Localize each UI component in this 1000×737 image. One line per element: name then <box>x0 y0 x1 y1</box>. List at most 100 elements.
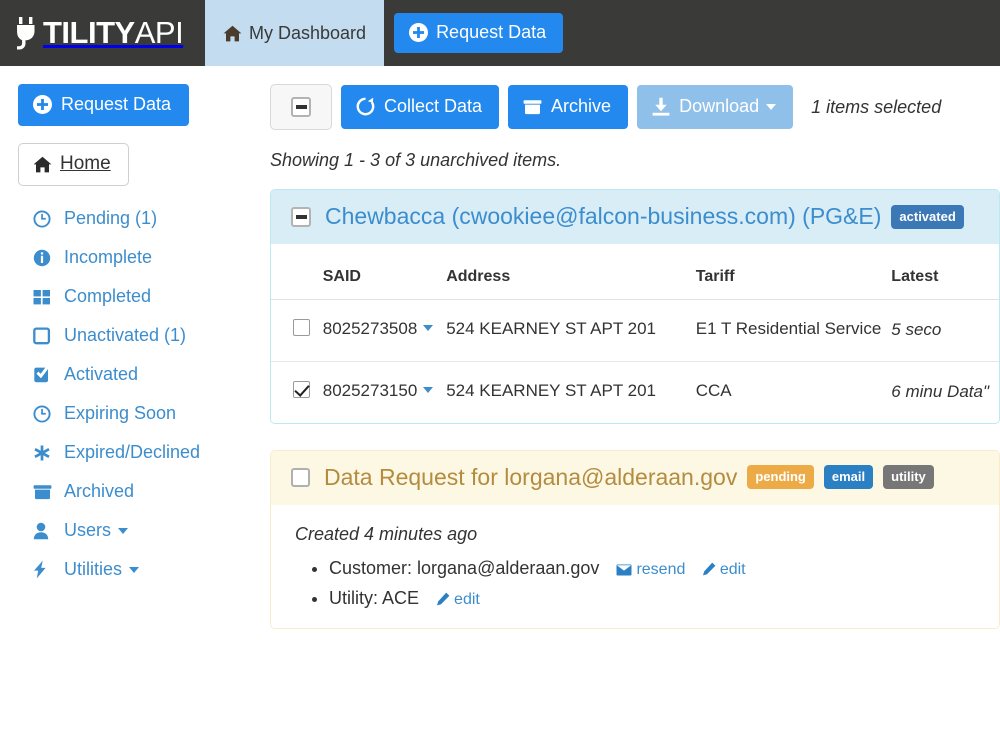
row-address: 524 KEARNEY ST APT 201 <box>446 380 656 400</box>
sidebar-item-pending[interactable]: Pending (1) <box>18 199 262 238</box>
brand-tility: TILITY <box>43 15 135 50</box>
request-card-data-request: Data Request for lorgana@alderaan.gov pe… <box>270 449 1000 629</box>
resend-link[interactable]: resend <box>616 561 689 578</box>
sidebar-item-unactivated-label: Unactivated (1) <box>64 325 187 345</box>
table-header-row: SAID Address Tariff Latest <box>271 244 999 300</box>
archive-icon <box>523 98 542 116</box>
status-badge: pending <box>747 465 814 490</box>
sidebar-item-utilities[interactable]: Utilities <box>18 550 262 589</box>
col-said: SAID <box>322 244 447 300</box>
col-latest: Latest <box>891 244 999 300</box>
channel-badge: email <box>823 465 874 490</box>
sidebar-item-users[interactable]: Users <box>18 511 262 550</box>
sidebar-item-activated[interactable]: Activated <box>18 355 262 394</box>
row-said-cell: 8025273508 <box>322 299 447 362</box>
plus-circle-icon <box>409 23 429 42</box>
refresh-icon <box>356 97 375 116</box>
sidebar-item-home[interactable]: Home <box>18 143 129 186</box>
brand-api: API <box>134 15 184 50</box>
chevron-down-icon <box>766 103 777 110</box>
row-tariff: E1 T Residential Service <box>695 299 892 362</box>
card-title-link[interactable]: Chewbacca (cwookiee@falcon-business.com)… <box>325 203 881 230</box>
card-header: Data Request for lorgana@alderaan.gov pe… <box>271 450 999 505</box>
sidebar-item-utilities-label: Utilities <box>64 559 123 579</box>
card-header: Chewbacca (cwookiee@falcon-business.com)… <box>271 190 999 244</box>
utility-text: Utility: ACE <box>329 587 420 608</box>
nav-request-data-label: Request Data <box>436 22 547 42</box>
action-toolbar: Collect Data Archive Download 1 items se… <box>270 84 1000 130</box>
edit-customer-link[interactable]: edit <box>702 561 746 578</box>
row-checkbox[interactable] <box>293 380 310 398</box>
sidebar-item-incomplete[interactable]: Incomplete <box>18 238 262 277</box>
row-checkbox[interactable] <box>293 319 310 336</box>
row-latest: 6 minu Data" <box>891 381 989 401</box>
nav-request-data-button[interactable]: Request Data <box>394 13 564 53</box>
resend-label: resend <box>636 560 686 578</box>
page-container: Request Data Home Pending (1) Incomplete… <box>0 66 1000 737</box>
showing-count-text: Showing 1 - 3 of 3 unarchived items. <box>270 150 562 170</box>
download-icon <box>652 97 670 116</box>
envelope-icon <box>616 564 632 576</box>
home-icon <box>223 25 242 42</box>
download-button[interactable]: Download <box>637 85 794 129</box>
plug-icon <box>16 16 42 50</box>
sidebar-item-unactivated[interactable]: Unactivated (1) <box>18 316 262 355</box>
tab-my-dashboard[interactable]: My Dashboard <box>205 0 385 66</box>
sidebar-item-expiring-soon[interactable]: Expiring Soon <box>18 394 262 433</box>
sidebar-request-data-button[interactable]: Request Data <box>18 84 190 126</box>
customer-text: Customer: lorgana@alderaan.gov <box>329 557 600 578</box>
row-tariff: CCA <box>695 380 732 400</box>
sidebar-item-incomplete-label: Incomplete <box>64 247 153 267</box>
chevron-down-icon[interactable] <box>423 386 434 393</box>
check-square-icon <box>33 366 55 384</box>
clock-icon <box>33 209 55 228</box>
home-icon <box>33 156 52 173</box>
col-tariff: Tariff <box>695 244 892 300</box>
chevron-down-icon <box>129 566 140 573</box>
table-row: 8025273508 524 KEARNEY ST APT 201 E1 T R… <box>271 299 999 362</box>
main-content: Collect Data Archive Download 1 items se… <box>262 66 1000 737</box>
table-row: 8025273150 524 KEARNEY ST APT 201 CCA 6 … <box>271 361 999 422</box>
edit-label: edit <box>719 560 746 578</box>
plus-circle-icon <box>33 95 52 114</box>
selection-status: 1 items selected <box>811 96 942 117</box>
edit-utility-link[interactable]: edit <box>436 591 480 608</box>
type-badge: utility <box>883 465 934 490</box>
square-icon <box>33 326 55 345</box>
chevron-down-icon[interactable] <box>423 325 434 331</box>
card-select-checkbox[interactable] <box>291 467 310 487</box>
archive-icon <box>33 483 55 501</box>
sidebar-item-expired-declined[interactable]: Expired/Declined <box>18 433 262 472</box>
request-details-list: Customer: lorgana@alderaan.gov resend <box>295 558 977 609</box>
card-body: SAID Address Tariff Latest 8025273508 52… <box>271 244 999 423</box>
card-select-checkbox[interactable] <box>291 206 311 227</box>
sidebar-item-activated-label: Activated <box>64 364 139 384</box>
pencil-icon <box>436 592 450 606</box>
archive-button[interactable]: Archive <box>508 85 629 129</box>
sidebar-item-pending-label: Pending (1) <box>64 208 158 228</box>
row-checkbox-cell <box>271 299 323 362</box>
nav-request-data-wrapper: Request Data <box>384 0 564 66</box>
sidebar-item-completed[interactable]: Completed <box>18 277 262 316</box>
sidebar-item-users-label: Users <box>64 520 112 540</box>
said-value: 8025273508 <box>322 319 418 338</box>
edit-label: edit <box>454 590 480 608</box>
brand-logo[interactable]: TILITY API <box>0 0 205 66</box>
card-title-link[interactable]: Data Request for lorgana@alderaan.gov <box>324 464 737 491</box>
row-checkbox-cell <box>271 361 323 422</box>
sidebar: Request Data Home Pending (1) Incomplete… <box>0 66 262 737</box>
archive-label: Archive <box>551 96 612 116</box>
collect-data-button[interactable]: Collect Data <box>341 85 500 129</box>
pencil-icon <box>702 562 716 576</box>
download-label: Download <box>679 96 760 116</box>
col-address: Address <box>446 244 696 300</box>
sidebar-item-home-label: Home <box>60 153 111 174</box>
brand-logo-text: TILITY API <box>16 15 184 51</box>
indeterminate-checkbox-icon <box>291 97 311 117</box>
sidebar-item-archived[interactable]: Archived <box>18 472 262 511</box>
row-address: 524 KEARNEY ST APT 201 <box>446 299 696 362</box>
list-item: Utility: ACE edit <box>329 588 977 609</box>
info-circle-icon <box>33 249 55 267</box>
created-timestamp: Created 4 minutes ago <box>295 523 478 544</box>
select-all-checkbox[interactable] <box>270 84 332 130</box>
